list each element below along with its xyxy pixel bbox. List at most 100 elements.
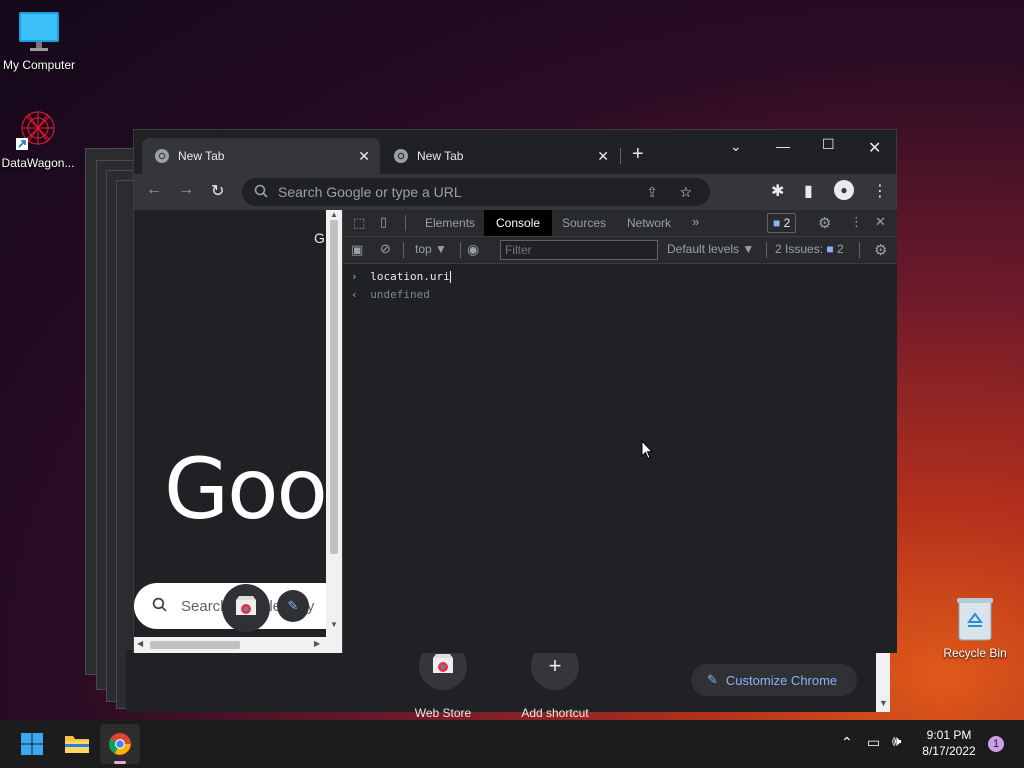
close-tab-icon[interactable]: ✕ <box>597 148 609 165</box>
close-devtools-icon[interactable]: ✕ <box>875 214 886 230</box>
browser-toolbar: ← → ↻ Search Google or type a URL ⇪ ☆ ✱ … <box>134 174 896 210</box>
chrome-favicon-icon <box>154 148 170 164</box>
message-icon: ■ <box>826 242 834 256</box>
live-expression-eye-icon[interactable]: ◉ <box>467 241 479 258</box>
clock[interactable]: 9:01 PM 8/17/2022 <box>918 728 980 758</box>
maximize-button[interactable]: ☐ <box>822 136 835 153</box>
google-logo: Goo <box>164 440 328 538</box>
desktop-icon-label: My Computer <box>2 58 76 72</box>
sidebar-toggle-icon[interactable]: ▣ <box>351 242 363 258</box>
dropdown-arrow-icon: ▼ <box>742 242 755 256</box>
new-tab-button[interactable]: + <box>632 144 644 164</box>
browser-window: New Tab ✕ New Tab ✕ + ⌄ — ☐ ✕ ← → ↻ Sear… <box>133 129 897 653</box>
share-icon[interactable]: ⇪ <box>646 184 658 201</box>
chrome-icon <box>109 733 131 755</box>
tab-strip: New Tab ✕ New Tab ✕ + ⌄ — ☐ ✕ <box>134 130 896 174</box>
header-text: G <box>314 230 325 246</box>
console-settings-gear-icon[interactable]: ⚙ <box>874 241 887 259</box>
divider <box>460 242 461 258</box>
monitor-icon <box>18 10 60 54</box>
device-toolbar-icon[interactable]: ▯ <box>380 214 387 230</box>
devtools-tab-console[interactable]: Console <box>484 210 553 236</box>
file-explorer-button[interactable] <box>57 724 97 764</box>
scroll-down-arrow-icon[interactable]: ▼ <box>879 698 888 708</box>
plus-icon: + <box>548 653 562 678</box>
devtools-panel: ⬚ ▯ Elements Console Sources Network » ■… <box>342 210 897 653</box>
console-input-line[interactable]: › location.uri <box>351 270 451 283</box>
active-app-indicator <box>114 761 126 764</box>
context-selector[interactable]: top ▼ <box>415 242 447 256</box>
extensions-icon[interactable]: ✱ <box>771 181 784 201</box>
close-tab-icon[interactable]: ✕ <box>358 148 370 165</box>
new-tab-page: G Goo Search Google or ty ✎ <box>134 210 342 653</box>
notification-badge[interactable]: 1 <box>988 736 1004 752</box>
page-vertical-scrollbar[interactable]: ▲ ▼ <box>326 210 342 653</box>
issues-button[interactable]: 2 Issues: ■ 2 <box>775 242 844 256</box>
log-levels-dropdown[interactable]: Default levels ▼ <box>667 242 754 256</box>
devtools-menu-icon[interactable]: ⋮ <box>850 214 863 230</box>
devtools-tab-elements[interactable]: Elements <box>425 210 475 236</box>
divider <box>405 215 406 231</box>
add-shortcut-label: Add shortcut <box>521 706 589 720</box>
network-icon[interactable]: ▭ <box>867 734 880 751</box>
tab-new-tab-2[interactable]: New Tab ✕ <box>381 138 619 174</box>
context-value: top <box>415 242 432 256</box>
scroll-down-arrow-icon[interactable]: ▼ <box>330 620 338 629</box>
bookmark-star-icon[interactable]: ☆ <box>679 184 692 201</box>
scrollbar-thumb[interactable] <box>330 220 338 554</box>
web-store-shortcut[interactable] <box>222 584 270 632</box>
scroll-left-arrow-icon[interactable]: ◀ <box>137 639 143 648</box>
tab-divider <box>620 148 621 164</box>
scrollbar-thumb[interactable] <box>150 641 240 649</box>
devtools-tab-sources[interactable]: Sources <box>562 210 606 236</box>
console-input-text: location.uri <box>370 270 450 283</box>
search-icon <box>152 597 167 616</box>
tab-new-tab-1[interactable]: New Tab ✕ <box>142 138 380 174</box>
customize-chrome-label: Customize Chrome <box>725 672 838 688</box>
reload-icon[interactable]: ↻ <box>211 181 224 201</box>
chrome-menu-icon[interactable]: ⋮ <box>872 181 888 201</box>
scroll-right-arrow-icon[interactable]: ▶ <box>314 639 320 648</box>
background-scrollbar[interactable]: ▼ <box>876 650 890 712</box>
minimize-button[interactable]: — <box>776 138 790 154</box>
console-result-text: undefined <box>370 288 430 301</box>
chrome-taskbar-button[interactable] <box>100 724 140 764</box>
customize-chrome-button[interactable]: ✎ Customize Chrome <box>691 664 857 696</box>
desktop-icon-my-computer[interactable]: My Computer <box>1 10 77 72</box>
settings-gear-icon[interactable]: ⚙ <box>818 214 831 232</box>
side-panel-icon[interactable]: ▮ <box>804 181 813 201</box>
edit-shortcut-button[interactable]: ✎ <box>277 590 309 622</box>
page-horizontal-scrollbar[interactable]: ◀ ▶ <box>134 637 326 653</box>
prompt-chevron-icon: › <box>351 270 358 283</box>
inspect-element-icon[interactable]: ⬚ <box>353 215 365 231</box>
issues-badge-count: 2 <box>783 216 791 230</box>
desktop-icon-datawagon[interactable]: DataWagon... <box>0 106 76 170</box>
issues-label: 2 Issues: <box>775 242 824 256</box>
desktop-icon-recycle-bin[interactable]: Recycle Bin <box>937 596 1013 660</box>
clock-time: 9:01 PM <box>926 728 972 742</box>
back-icon[interactable]: ← <box>146 181 162 199</box>
omnibox[interactable]: Search Google or type a URL ⇪ ☆ <box>242 178 710 206</box>
more-tabs-icon[interactable]: » <box>692 214 699 229</box>
forward-icon[interactable]: → <box>178 181 194 199</box>
text-cursor <box>449 271 451 283</box>
clear-console-icon[interactable]: ⊘ <box>380 241 391 257</box>
mouse-pointer-icon <box>641 439 654 465</box>
console-output[interactable]: › location.uri ‹ undefined <box>343 264 897 653</box>
volume-icon[interactable]: 🕪 <box>892 733 901 750</box>
pencil-icon: ✎ <box>707 672 718 687</box>
search-icon <box>254 184 268 201</box>
devtools-tab-network[interactable]: Network <box>627 210 671 236</box>
issues-badge-button[interactable]: ■ 2 <box>767 213 797 233</box>
console-filter-input[interactable] <box>500 240 658 260</box>
issues-count: 2 <box>836 242 844 256</box>
datawagon-app-icon <box>14 106 62 154</box>
close-window-button[interactable]: ✕ <box>868 138 881 158</box>
profile-avatar-icon[interactable]: ● <box>834 180 854 200</box>
divider <box>766 242 767 258</box>
tab-title: New Tab <box>417 149 464 163</box>
scroll-up-arrow-icon[interactable]: ▲ <box>330 210 338 219</box>
start-button[interactable] <box>12 724 52 764</box>
tab-search-icon[interactable]: ⌄ <box>730 138 742 155</box>
show-hidden-icons-chevron-icon[interactable]: ⌃ <box>841 734 853 751</box>
